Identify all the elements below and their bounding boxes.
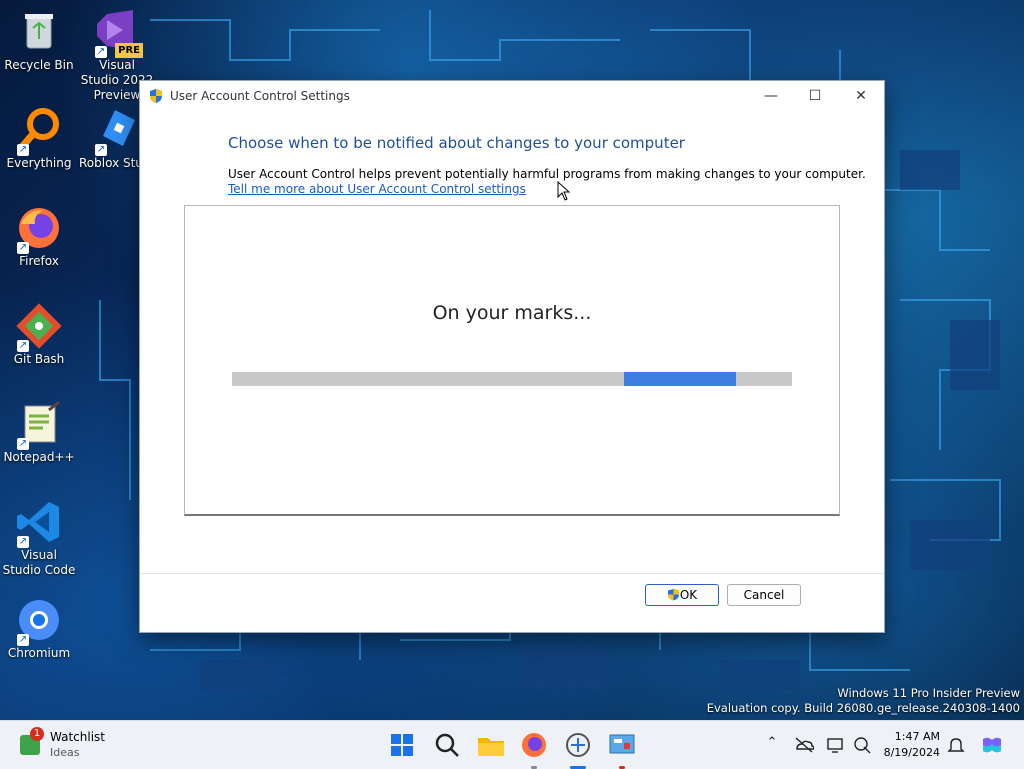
control-panel-taskbar-button[interactable] [606,729,638,769]
copilot-icon[interactable] [980,735,1004,755]
file-explorer-icon [478,738,504,756]
notepadpp-icon: ↗ [15,400,63,450]
maximize-button[interactable]: ☐ [792,81,838,111]
recycle-bin-icon [15,8,63,56]
firefox-icon [522,733,546,757]
clock-date[interactable]: 8/19/2024 [884,746,940,759]
chevron-up-icon[interactable]: ⌃ [762,735,782,755]
minimize-button[interactable]: — [748,81,794,111]
content-panel: On your marks... [184,205,840,516]
notification-badge: 1 [30,727,44,741]
widget-title: Watchlist [50,730,105,744]
ok-button-label: OK [679,588,698,602]
desktop-icon-git-bash[interactable]: ↗ Git Bash [1,302,77,367]
everything-search-icon: ↗ [15,106,63,156]
network-icon[interactable] [852,735,872,755]
watermark-line-1: Windows 11 Pro Insider Preview [837,686,1020,700]
desktop-icon-label: Recycle Bin [4,58,74,72]
firefox-icon: ↗ [15,204,63,254]
shortcut-arrow-icon: ↗ [17,144,29,156]
file-explorer-button[interactable] [475,729,507,761]
desktop-icon-chromium[interactable]: ↗ Chromium [1,596,77,661]
desktop-icon-recycle-bin[interactable]: Recycle Bin [1,8,77,73]
uac-taskbar-button[interactable] [562,729,594,769]
chromium-icon: ↗ [15,596,63,646]
description-text: User Account Control helps prevent poten… [228,167,866,181]
firefox-taskbar-button[interactable] [518,729,550,769]
uac-shield-icon [667,587,680,607]
status-text: On your marks... [432,302,592,324]
shortcut-arrow-icon: ↗ [17,634,29,646]
ok-button[interactable]: OK [645,584,719,606]
learn-more-link[interactable]: Tell me more about User Account Control … [228,182,526,196]
search-button[interactable] [431,729,463,761]
desktop-icon-label: Chromium [7,646,71,660]
shortcut-arrow-icon: ↗ [95,46,107,58]
cancel-button[interactable]: Cancel [727,584,801,606]
start-button[interactable] [386,729,418,761]
desktop-icon-firefox[interactable]: ↗ Firefox [1,204,77,269]
shortcut-arrow-icon: ↗ [17,242,29,254]
desktop-icon-label: Everything [6,156,72,170]
taskbar: 1 Watchlist Ideas ⌃ 1:47 AM 8/19/2024 [0,720,1024,769]
start-icon [391,734,413,756]
git-bash-icon: ↗ [15,302,63,352]
footer-divider [140,573,884,574]
shortcut-arrow-icon: ↗ [95,144,107,156]
visual-studio-icon: PRE ↗ [93,8,143,58]
widgets-button[interactable]: 1 Watchlist Ideas [10,721,130,769]
vscode-icon: ↗ [15,498,63,548]
window-title: User Account Control Settings [170,89,350,103]
title-bar[interactable]: User Account Control Settings — ☐ ✕ [140,81,884,111]
desktop-icon-notepadpp[interactable]: ↗ Notepad++ [1,400,77,465]
uac-settings-window: User Account Control Settings — ☐ ✕ Choo… [140,81,884,632]
mouse-cursor-icon [557,180,571,204]
uac-icon [566,733,590,757]
shortcut-arrow-icon: ↗ [17,438,29,450]
roblox-studio-icon: ↗ [93,106,141,156]
clock-time[interactable]: 1:47 AM [895,730,940,743]
widget-subtitle: Ideas [50,746,80,759]
desktop-icon-everything[interactable]: ↗ Everything [1,106,77,171]
windows-watermark: Windows 11 Pro Insider Preview Evaluatio… [707,686,1020,716]
progress-indicator [624,372,736,386]
watermark-line-2: Evaluation copy. Build 26080.ge_release.… [706,701,1020,715]
display-icon[interactable] [826,735,846,755]
control-panel-icon [609,734,635,754]
search-icon [435,733,459,757]
page-heading: Choose when to be notified about changes… [228,134,685,152]
desktop-icon-label: Git Bash [13,352,65,366]
shortcut-arrow-icon: ↗ [17,536,29,548]
uac-shield-icon [148,88,164,107]
desktop-icon-label: Visual Studio Code [2,548,76,577]
shortcut-arrow-icon: ↗ [17,340,29,352]
desktop-icon-label: Notepad++ [3,450,75,464]
pre-badge: PRE [115,43,143,58]
progress-bar [232,372,792,386]
desktop-icon-label: Firefox [19,254,59,268]
close-button[interactable]: ✕ [838,81,884,111]
onedrive-icon[interactable] [794,735,815,755]
notification-icon[interactable] [946,735,966,755]
desktop-icon-vscode[interactable]: ↗ Visual Studio Code [1,498,77,578]
